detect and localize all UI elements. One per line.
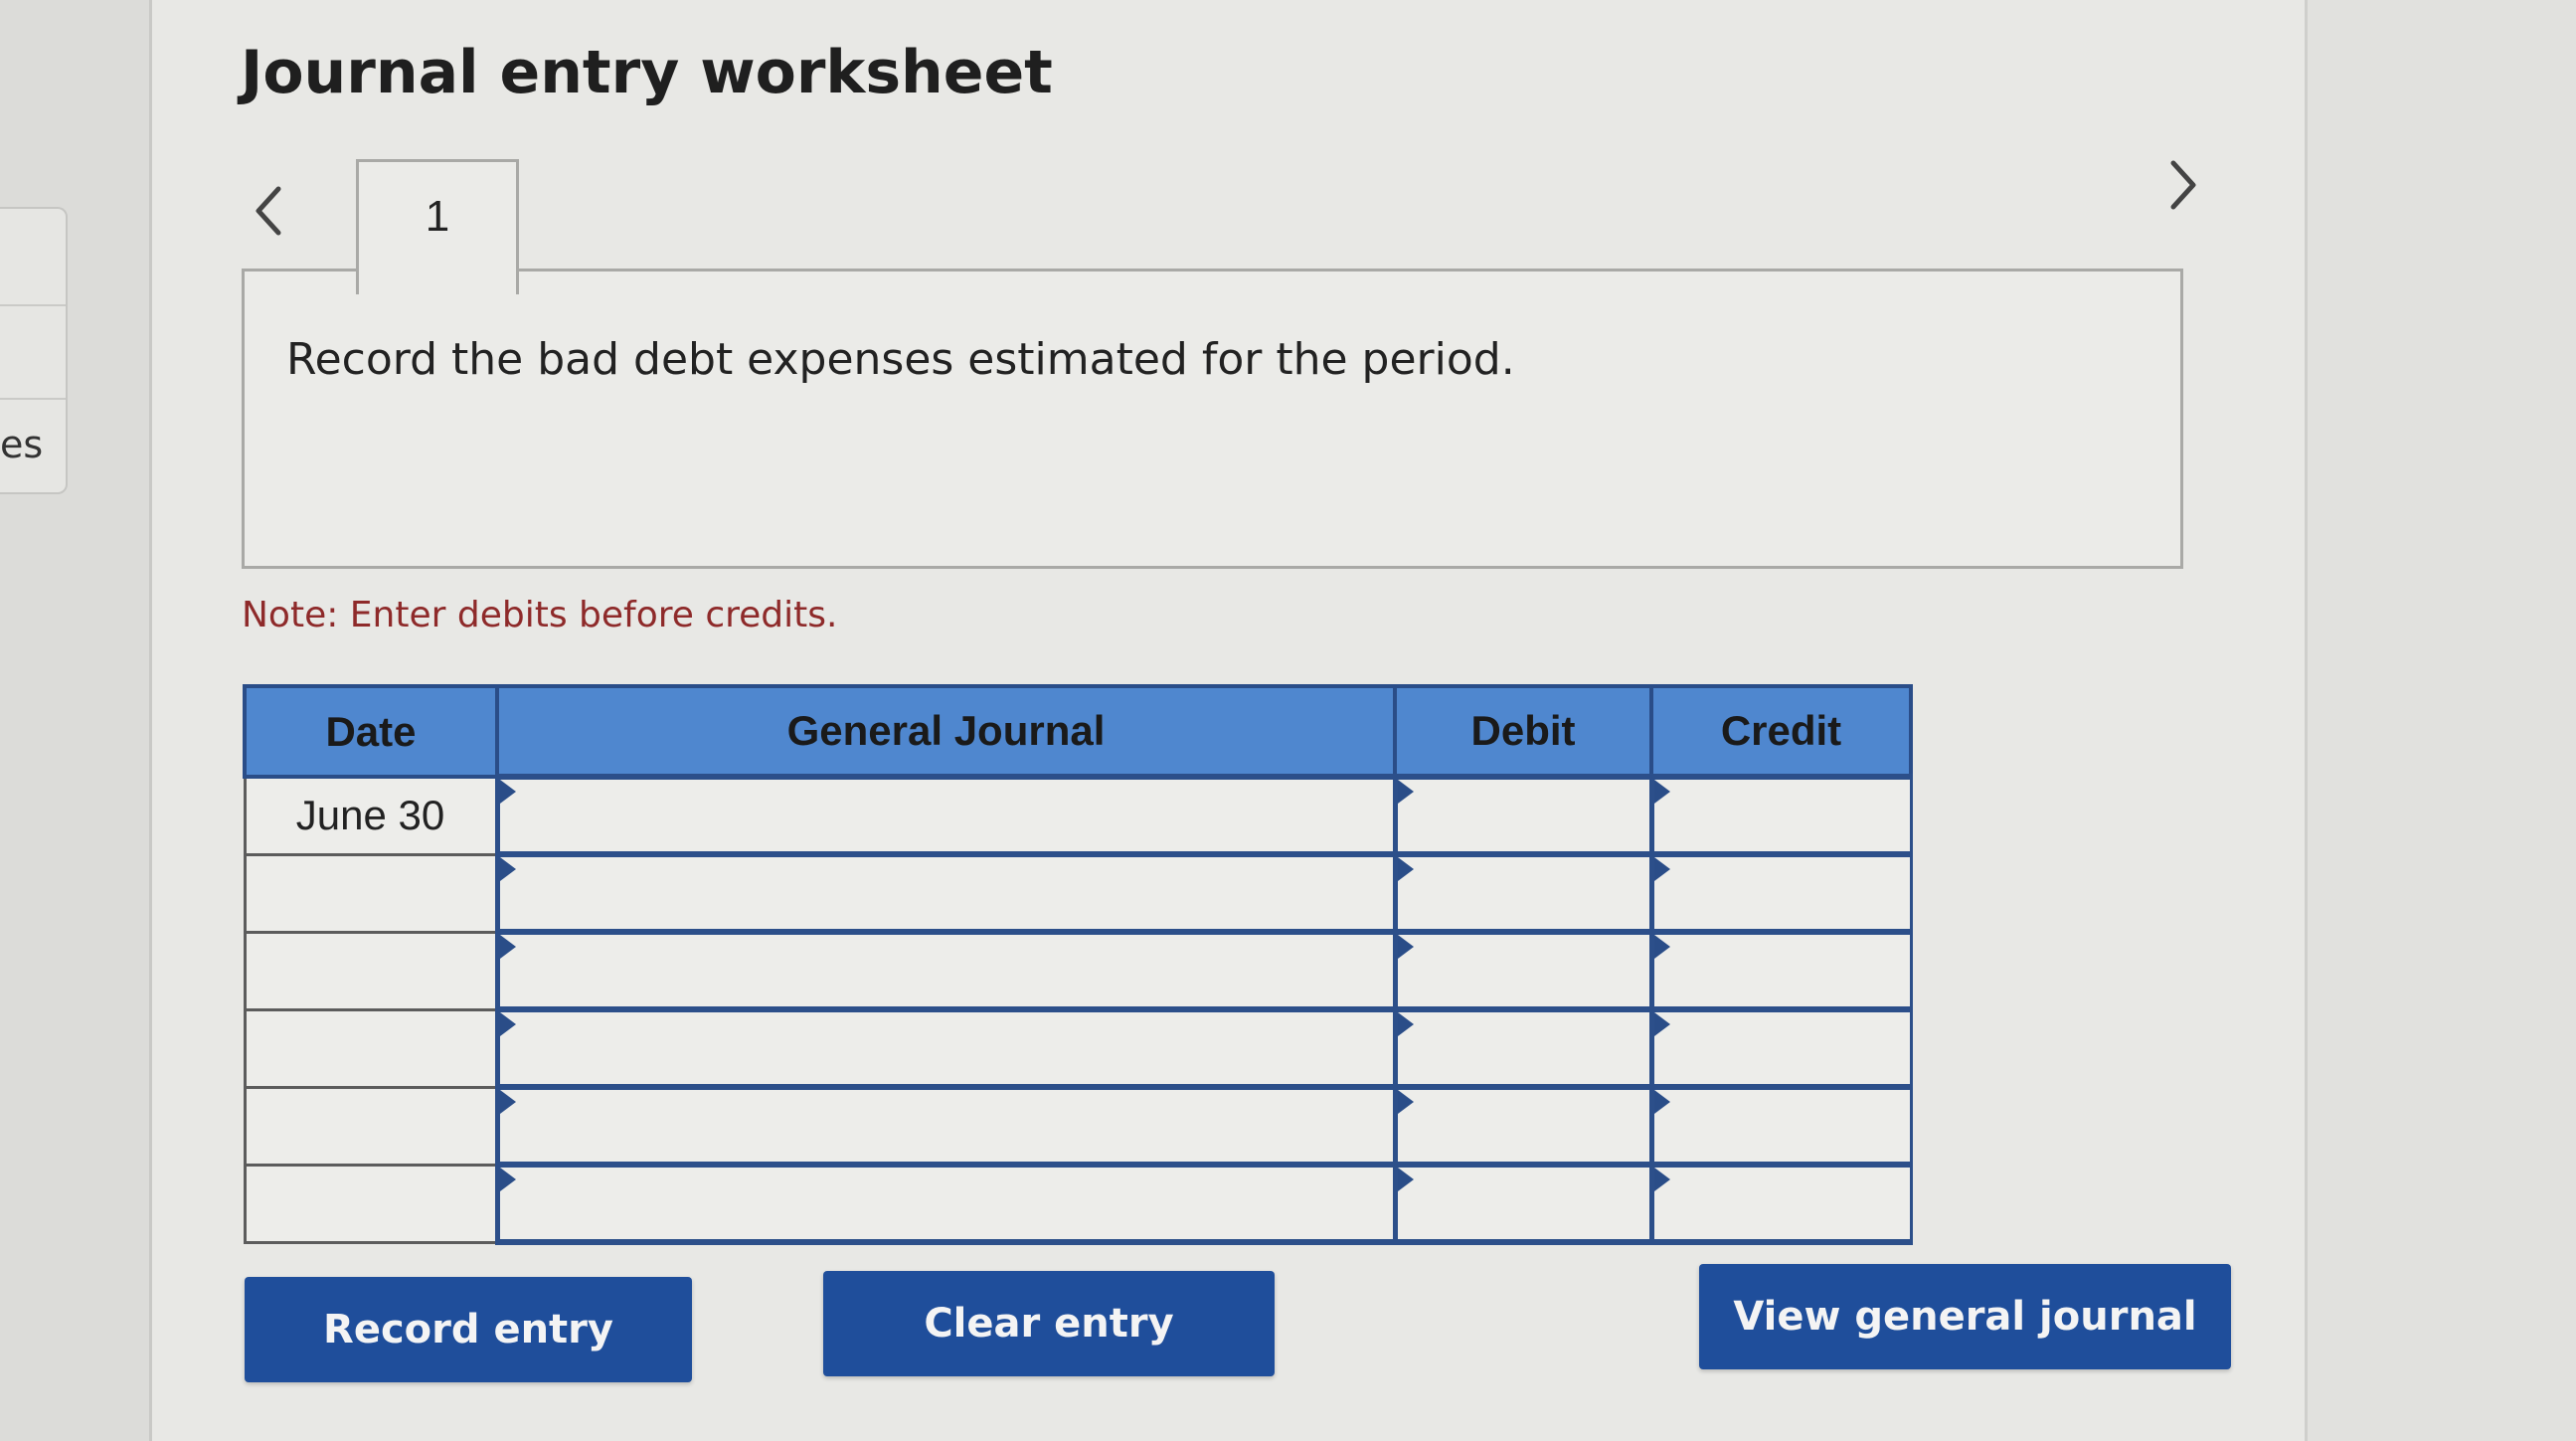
account-input[interactable] (494, 1084, 1397, 1168)
date-cell[interactable] (243, 1085, 499, 1167)
column-header-date: Date (243, 684, 499, 779)
prompt-box (242, 269, 2183, 569)
date-cell[interactable]: June 30 (243, 775, 499, 856)
view-general-journal-button[interactable]: View general journal (1699, 1264, 2231, 1369)
debit-input[interactable] (1392, 851, 1653, 935)
dropdown-marker-icon (1397, 857, 1414, 881)
credit-input[interactable] (1648, 1162, 1913, 1245)
debit-input[interactable] (1392, 929, 1653, 1012)
dropdown-marker-icon (499, 780, 516, 804)
date-cell[interactable] (243, 1163, 499, 1244)
account-input[interactable] (494, 774, 1397, 857)
account-input[interactable] (494, 1162, 1397, 1245)
dropdown-marker-icon (1397, 1090, 1414, 1114)
debit-input[interactable] (1392, 1162, 1653, 1245)
side-panel-divider (0, 304, 66, 306)
record-entry-button[interactable]: Record entry (245, 1277, 692, 1382)
credit-input[interactable] (1648, 1084, 1913, 1168)
dropdown-marker-icon (1653, 1090, 1670, 1114)
column-header-credit: Credit (1649, 684, 1913, 779)
credit-input[interactable] (1648, 1006, 1913, 1090)
dropdown-marker-icon (1397, 935, 1414, 959)
credit-input[interactable] (1648, 774, 1913, 857)
dropdown-marker-icon (499, 857, 516, 881)
dropdown-marker-icon (1397, 1168, 1414, 1191)
clear-entry-button[interactable]: Clear entry (823, 1271, 1275, 1376)
dropdown-marker-icon (1653, 935, 1670, 959)
table-row: June 30 (243, 774, 1913, 857)
credit-input[interactable] (1648, 851, 1913, 935)
debit-input[interactable] (1392, 1084, 1653, 1168)
column-header-general-journal: General Journal (495, 684, 1397, 779)
table-row (243, 1006, 1913, 1090)
side-panel-label[interactable]: es (0, 423, 43, 466)
dropdown-marker-icon (1653, 1012, 1670, 1036)
credit-input[interactable] (1648, 929, 1913, 1012)
dropdown-marker-icon (1397, 1012, 1414, 1036)
note-text: Note: Enter debits before credits. (242, 595, 838, 635)
dropdown-marker-icon (1653, 1168, 1670, 1191)
next-entry-button[interactable] (2153, 145, 2213, 225)
account-input[interactable] (494, 929, 1397, 1012)
right-sidebar-strip (2305, 0, 2576, 1441)
dropdown-marker-icon (1653, 780, 1670, 804)
table-row (243, 929, 1913, 1012)
column-header-debit: Debit (1393, 684, 1653, 779)
dropdown-marker-icon (499, 1012, 516, 1036)
account-input[interactable] (494, 851, 1397, 935)
table-row (243, 1084, 1913, 1168)
table-row (243, 851, 1913, 935)
debit-input[interactable] (1392, 774, 1653, 857)
dropdown-marker-icon (499, 1090, 516, 1114)
dropdown-marker-icon (499, 1168, 516, 1191)
account-input[interactable] (494, 1006, 1397, 1090)
page-title: Journal entry worksheet (241, 38, 1053, 107)
dropdown-marker-icon (1397, 780, 1414, 804)
previous-entry-button[interactable] (239, 171, 298, 251)
journal-table: Date General Journal Debit Credit June 3… (243, 684, 1913, 1245)
table-row (243, 1162, 1913, 1245)
tab-entry-1[interactable]: 1 (356, 159, 519, 294)
debit-input[interactable] (1392, 1006, 1653, 1090)
prompt-text: Record the bad debt expenses estimated f… (286, 334, 1515, 385)
chevron-left-icon (256, 186, 281, 236)
date-cell[interactable] (243, 852, 499, 934)
dropdown-marker-icon (499, 935, 516, 959)
tab-label: 1 (425, 192, 450, 241)
dropdown-marker-icon (1653, 857, 1670, 881)
chevron-right-icon (2170, 160, 2196, 210)
date-cell[interactable] (243, 1007, 499, 1089)
side-panel-divider (0, 398, 66, 400)
table-header-row: Date General Journal Debit Credit (243, 684, 1913, 779)
date-cell[interactable] (243, 930, 499, 1011)
